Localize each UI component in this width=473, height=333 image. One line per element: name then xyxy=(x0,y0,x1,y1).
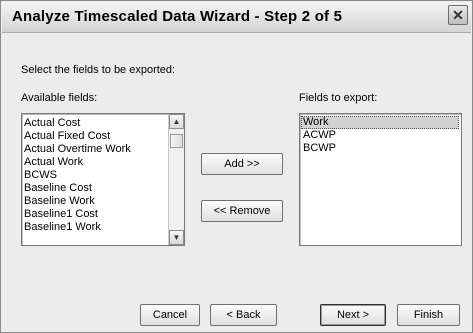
fields-to-export-list[interactable]: Work ACWP BCWP xyxy=(299,113,462,246)
available-field-item[interactable]: Actual Overtime Work xyxy=(22,143,184,156)
wizard-window: Analyze Timescaled Data Wizard - Step 2 … xyxy=(0,0,473,333)
available-field-item[interactable]: Baseline1 Cost xyxy=(22,208,184,221)
close-button[interactable]: ✕ xyxy=(448,5,468,25)
add-button[interactable]: Add >> xyxy=(201,153,283,175)
available-field-item[interactable]: Actual Work xyxy=(22,156,184,169)
export-field-item[interactable]: Work xyxy=(301,116,459,129)
available-fields-label: Available fields: xyxy=(21,92,98,104)
available-fields-scrollbar[interactable]: ▲ ▼ xyxy=(168,114,184,245)
available-field-item[interactable]: Actual Cost xyxy=(22,117,184,130)
available-fields-list[interactable]: Actual Cost Actual Fixed Cost Actual Overt… xyxy=(21,113,185,246)
scroll-down-button[interactable]: ▼ xyxy=(169,230,184,245)
export-field-item[interactable]: ACWP xyxy=(301,129,459,142)
close-icon: ✕ xyxy=(452,7,464,23)
back-button[interactable]: < Back xyxy=(210,304,277,326)
chevron-down-icon: ▼ xyxy=(172,233,181,242)
chevron-up-icon: ▲ xyxy=(172,117,181,126)
available-field-item[interactable]: Baseline Work xyxy=(22,195,184,208)
export-field-item[interactable]: BCWP xyxy=(301,142,459,155)
cancel-button[interactable]: Cancel xyxy=(140,304,200,326)
scrollbar-thumb[interactable] xyxy=(170,134,183,148)
fields-to-export-label: Fields to export: xyxy=(299,92,378,104)
available-field-item[interactable]: Actual Fixed Cost xyxy=(22,130,184,143)
title-bar[interactable]: Analyze Timescaled Data Wizard - Step 2 … xyxy=(2,2,471,33)
finish-button[interactable]: Finish xyxy=(397,304,460,326)
available-field-item[interactable]: BCWS xyxy=(22,169,184,182)
available-field-item[interactable]: Baseline1 Work xyxy=(22,221,184,234)
instructions-label: Select the fields to be exported: xyxy=(21,64,176,76)
next-button[interactable]: Next > xyxy=(320,304,386,326)
available-field-item[interactable]: Baseline Cost xyxy=(22,182,184,195)
window-title: Analyze Timescaled Data Wizard - Step 2 … xyxy=(12,8,343,25)
remove-button[interactable]: << Remove xyxy=(201,200,283,222)
scroll-up-button[interactable]: ▲ xyxy=(169,114,184,129)
